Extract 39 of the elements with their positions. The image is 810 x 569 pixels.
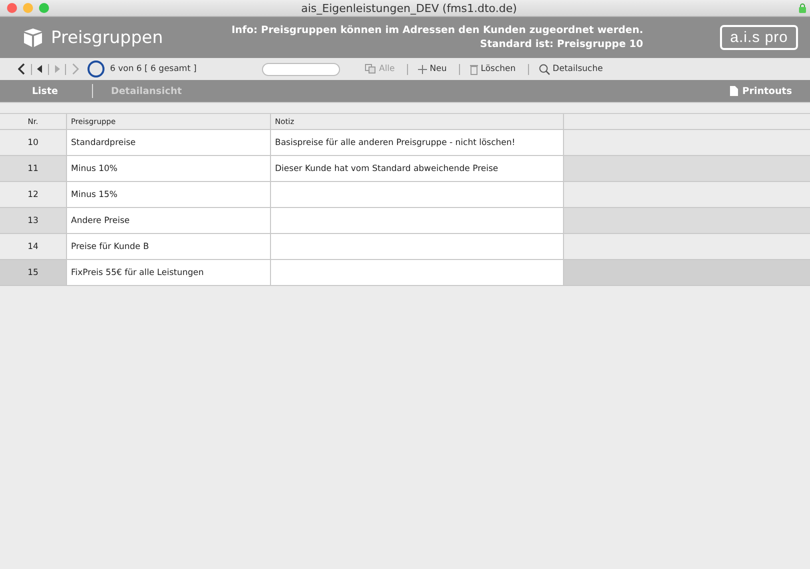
record-count: 6 von 6 [ 6 gesamt ] — [110, 64, 197, 74]
new-button[interactable]: Neu — [416, 64, 448, 74]
table-cell: Minus 10% — [67, 156, 271, 181]
table-cell: Basispreise für alle anderen Preisgruppe - nicht löschen! — [271, 130, 564, 155]
printouts-button[interactable]: Printouts — [730, 86, 792, 96]
tab[interactable]: Detailansicht — [106, 86, 186, 96]
lock-icon — [799, 3, 806, 13]
table-cell: FixPreis 55€ für alle Leistungen — [67, 260, 271, 285]
table-cell: Preise für Kunde B — [67, 234, 271, 259]
first-record-icon[interactable] — [18, 63, 26, 75]
table-cell: Minus 15% — [67, 182, 271, 207]
delete-button[interactable]: Löschen — [468, 64, 517, 74]
info-text: Standard ist: Preisgruppe 10 — [480, 38, 644, 52]
progress-ring-icon — [87, 60, 105, 78]
window-title: ais_Eigenleistungen_DEV (fms1.dto.de) — [300, 2, 518, 14]
tab[interactable]: Liste — [28, 86, 62, 96]
search-field[interactable] — [262, 62, 340, 76]
close-button[interactable] — [7, 3, 17, 13]
last-record-icon[interactable] — [71, 63, 79, 75]
next-record-icon[interactable] — [54, 64, 60, 74]
row-number-cell: 15 — [0, 260, 67, 285]
zoom-button[interactable] — [39, 3, 49, 13]
row-number-cell: 11 — [0, 156, 67, 181]
search-button[interactable]: Detailsuche — [538, 64, 604, 74]
table-cell: Standardpreise — [67, 130, 271, 155]
page-title: Preisgruppen — [51, 28, 164, 48]
info-text: Info: Preisgruppen können im Adressen den Kunden zugeordnet werden. — [231, 24, 644, 38]
search-icon — [538, 64, 550, 74]
table-cell: Dieser Kunde hat vom Standard abweichende Preise — [271, 156, 564, 181]
previous-record-icon[interactable] — [37, 64, 43, 74]
box-icon — [23, 28, 43, 48]
plus-icon — [418, 64, 427, 74]
minimize-button[interactable] — [23, 3, 33, 13]
copy-icon — [365, 64, 376, 74]
logo: a.i.s pro — [720, 25, 798, 50]
trash-icon — [470, 64, 478, 74]
row-number-cell: 13 — [0, 208, 67, 233]
document-icon — [730, 86, 738, 96]
table-cell: Andere Preise — [67, 208, 271, 233]
